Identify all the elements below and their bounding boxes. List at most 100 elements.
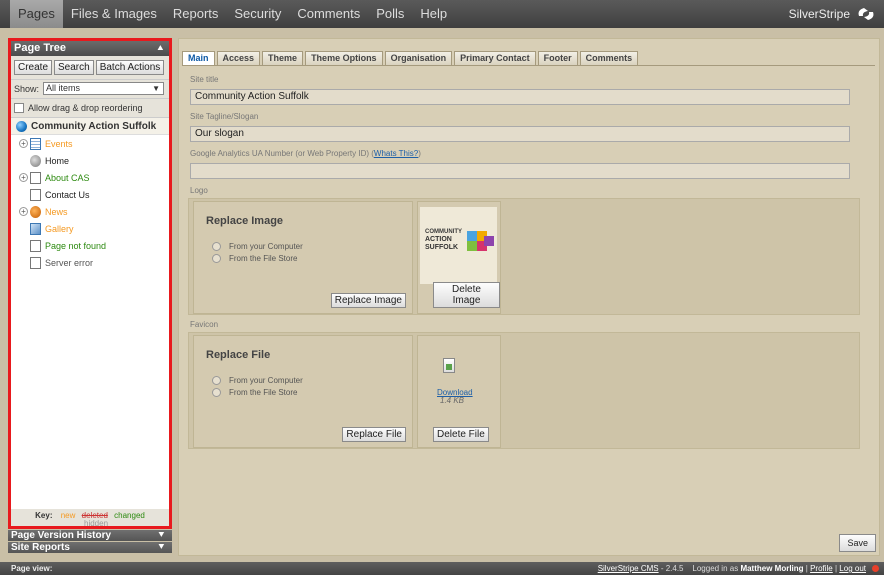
delete-image-button[interactable]: Delete Image <box>433 282 500 308</box>
site-reports-panel[interactable]: Site Reports ⯆ <box>8 542 172 553</box>
tab-main[interactable]: Main <box>182 51 215 65</box>
top-navigation: Pages Files & Images Reports Security Co… <box>0 0 884 28</box>
tab-access[interactable]: Access <box>216 51 261 65</box>
whats-this-link[interactable]: Whats This? <box>374 149 418 158</box>
tab-footer[interactable]: Footer <box>537 51 578 65</box>
tree-item-label: Home <box>45 155 70 166</box>
radio-button[interactable] <box>212 254 221 263</box>
tree-item[interactable]: Home <box>11 152 169 169</box>
site-reports-title: Site Reports <box>11 542 70 553</box>
tree-item[interactable]: Gallery <box>11 220 169 237</box>
nav-tab-files-images[interactable]: Files & Images <box>63 0 165 28</box>
main-tab-content: Site title Community Action Suffolk Site… <box>182 65 875 525</box>
file-icon <box>443 358 455 373</box>
ga-label-text: Google Analytics UA Number (or Web Prope… <box>190 149 374 158</box>
logo-from-computer-option[interactable]: From your Computer <box>212 242 303 251</box>
show-select-value: All items <box>46 83 81 93</box>
nav-tab-reports[interactable]: Reports <box>165 0 227 28</box>
favicon-upload-form: Replace File From your Computer From the… <box>193 335 413 448</box>
batch-actions-button[interactable]: Batch Actions <box>95 60 165 75</box>
page-version-history-panel[interactable]: Page Version History ⯆ <box>8 530 172 541</box>
silverstripe-cms-link[interactable]: SilverStripe CMS <box>598 564 659 573</box>
page-version-history-title: Page Version History <box>11 530 112 541</box>
delete-file-button[interactable]: Delete File <box>433 427 489 442</box>
tree-item[interactable]: + Events <box>11 135 169 152</box>
page-view-label: Page view: <box>11 564 53 573</box>
create-button[interactable]: Create <box>14 60 53 75</box>
nav-tab-pages[interactable]: Pages <box>10 0 63 28</box>
tree-item-label: Page not found <box>45 240 107 251</box>
replace-file-button[interactable]: Replace File <box>342 427 406 442</box>
status-indicator-icon <box>872 565 879 572</box>
tree-item[interactable]: Page not found <box>11 237 169 254</box>
logo-image: COMMUNITY ACTION SUFFOLK <box>420 207 497 284</box>
logo-from-file-store-option[interactable]: From the File Store <box>212 254 297 263</box>
tagline-input[interactable]: Our slogan <box>190 126 850 142</box>
logged-in-user: Matthew Morling <box>740 564 804 573</box>
file-size: 1.4 KB <box>440 396 465 405</box>
dropdown-arrow-icon: ▼ <box>152 84 161 93</box>
news-icon <box>30 205 41 218</box>
logo-from-file-store-label: From the File Store <box>229 254 298 263</box>
profile-link[interactable]: Profile <box>810 564 833 573</box>
page-icon <box>30 188 41 201</box>
logo-image-text-action: ACTION <box>425 236 452 243</box>
page-tree-panel: Page Tree ⯅ Create Search Batch Actions … <box>8 38 172 529</box>
nav-tab-help[interactable]: Help <box>412 0 455 28</box>
tagline-label: Site Tagline/Slogan <box>190 112 259 121</box>
favicon-from-computer-option[interactable]: From your Computer <box>212 376 303 385</box>
logout-link[interactable]: Log out <box>839 564 866 573</box>
search-button[interactable]: Search <box>54 60 94 75</box>
drag-drop-option: Allow drag & drop reordering <box>11 99 169 118</box>
site-title-input[interactable]: Community Action Suffolk <box>190 89 850 105</box>
collapse-icon[interactable]: ⯅ <box>157 41 164 56</box>
tab-primary-contact[interactable]: Primary Contact <box>454 51 536 65</box>
cms-version: - 2.4.5 <box>658 564 684 573</box>
replace-file-heading: Replace File <box>206 349 271 361</box>
page-tree-list: + Events Home + About CAS Contact Us + N… <box>11 135 169 271</box>
key-new: new <box>60 511 76 520</box>
favicon-from-file-store-option[interactable]: From the File Store <box>212 388 297 397</box>
gallery-icon <box>30 222 41 235</box>
nav-tab-comments[interactable]: Comments <box>289 0 368 28</box>
favicon-preview: Download 1.4 KB Delete File <box>417 335 501 448</box>
expand-icon[interactable]: + <box>19 139 28 148</box>
save-button[interactable]: Save <box>839 534 876 552</box>
tree-item-label: News <box>45 206 68 217</box>
tree-item[interactable]: + About CAS <box>11 169 169 186</box>
brand-name: SilverStripe <box>788 7 850 21</box>
page-tree-header[interactable]: Page Tree ⯅ <box>11 41 169 56</box>
logo-from-computer-label: From your Computer <box>229 242 303 251</box>
puzzle-piece-icon <box>467 241 477 251</box>
nav-tab-security[interactable]: Security <box>226 0 289 28</box>
tree-item-label: Server error <box>45 257 94 268</box>
ga-label: Google Analytics UA Number (or Web Prope… <box>190 149 421 158</box>
tree-item[interactable]: Server error <box>11 254 169 271</box>
show-label: Show: <box>14 83 40 94</box>
expand-icon[interactable]: + <box>19 207 28 216</box>
tree-item[interactable]: Contact Us <box>11 186 169 203</box>
ga-input[interactable] <box>190 163 850 179</box>
tree-item[interactable]: + News <box>11 203 169 220</box>
radio-button[interactable] <box>212 242 221 251</box>
drag-drop-checkbox[interactable] <box>14 103 24 113</box>
replace-image-button[interactable]: Replace Image <box>330 293 406 308</box>
page-tree-toolbar: Create Search Batch Actions <box>11 56 169 80</box>
tab-organisation[interactable]: Organisation <box>384 51 453 65</box>
expand-icon[interactable]: + <box>19 173 28 182</box>
radio-button[interactable] <box>212 388 221 397</box>
logged-in-prefix: Logged in as <box>692 564 741 573</box>
replace-image-heading: Replace Image <box>206 215 284 227</box>
key-label: Key: <box>35 511 53 520</box>
silverstripe-logo-icon[interactable] <box>856 5 876 23</box>
tree-root[interactable]: Community Action Suffolk <box>11 118 169 135</box>
nav-tab-polls[interactable]: Polls <box>368 0 412 28</box>
tree-root-label: Community Action Suffolk <box>31 120 157 132</box>
tab-theme[interactable]: Theme <box>262 51 304 65</box>
show-select[interactable]: All items ▼ <box>43 82 165 95</box>
radio-button[interactable] <box>212 376 221 385</box>
status-bar: Page view: SilverStripe CMS - 2.4.5 Logg… <box>0 562 884 575</box>
tab-comments[interactable]: Comments <box>579 51 639 65</box>
puzzle-piece-icon <box>484 236 494 246</box>
tab-theme-options[interactable]: Theme Options <box>305 51 383 65</box>
